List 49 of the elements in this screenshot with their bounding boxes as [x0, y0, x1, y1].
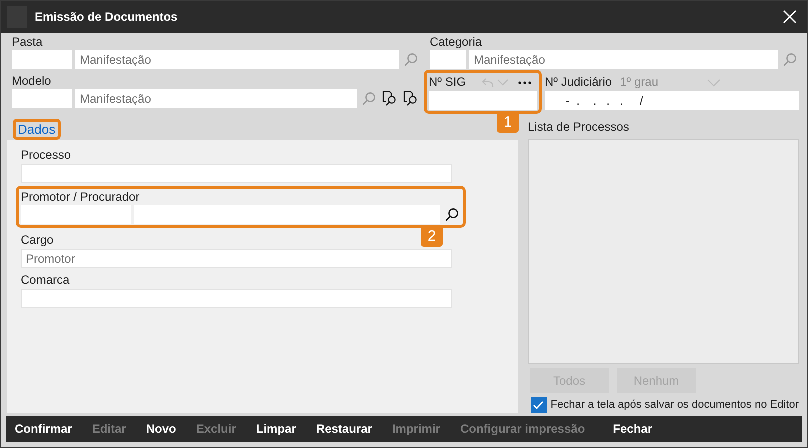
field-label: Categoria — [429, 35, 482, 50]
text-field[interactable] — [21, 289, 452, 308]
list-title: Lista de Processos — [528, 120, 630, 135]
toolbar-button[interactable]: Confirmar — [15, 422, 72, 436]
toolbar-button[interactable]: Limpar — [256, 422, 296, 436]
field-label: Cargo — [21, 233, 54, 248]
check-icon — [533, 400, 544, 410]
text-field[interactable]: Manifestação — [469, 50, 778, 69]
code-field[interactable] — [430, 50, 466, 69]
field-label: Promotor / Procurador — [21, 190, 140, 204]
text-field[interactable]: Manifestação — [75, 89, 357, 108]
toolbar-button[interactable]: Fechar — [613, 422, 653, 436]
checkbox-label: Fechar a tela após salvar os documentos no Editor — [550, 399, 799, 411]
document-search-button[interactable] — [381, 90, 399, 108]
search-icon — [362, 92, 376, 106]
judicial-number-field[interactable]: - . . . . / — [545, 91, 799, 110]
sig-field[interactable] — [429, 91, 537, 110]
field-label: Nº SIG — [429, 75, 468, 90]
field-label: Pasta — [12, 35, 43, 50]
chevron-icon[interactable] — [706, 78, 720, 86]
document-search-icon — [403, 90, 419, 107]
search-button[interactable] — [443, 206, 461, 224]
toolbar-button[interactable]: Novo — [146, 422, 176, 436]
chevron-icon — [497, 79, 509, 86]
undo-icon — [482, 78, 494, 88]
checkbox[interactable] — [531, 397, 547, 413]
code-field[interactable] — [12, 89, 72, 108]
more-icon[interactable] — [518, 80, 532, 84]
close-icon — [783, 10, 797, 24]
code-field[interactable] — [21, 205, 131, 224]
field-label: Comarca — [21, 273, 70, 288]
process-field[interactable] — [21, 164, 452, 183]
instance-label: 1º grau — [620, 75, 658, 90]
code-field[interactable] — [12, 50, 72, 69]
field-label: Processo — [21, 148, 72, 163]
search-icon — [445, 208, 459, 222]
window-title: Emissão de Documentos — [35, 10, 179, 24]
callout-badge: 2 — [421, 225, 443, 247]
field-label: Modelo — [12, 74, 52, 89]
field-label: Nº Judiciário — [545, 75, 612, 90]
search-icon — [404, 52, 418, 66]
document-search-button[interactable] — [402, 90, 420, 108]
search-icon — [783, 52, 797, 66]
process-list[interactable] — [528, 139, 799, 364]
text-field[interactable]: Promotor — [21, 249, 452, 268]
callout-badge: 1 — [497, 111, 519, 133]
toolbar-button[interactable]: Restaurar — [316, 422, 372, 436]
document-search-icon — [382, 90, 398, 107]
text-field[interactable]: Manifestação — [75, 50, 399, 69]
